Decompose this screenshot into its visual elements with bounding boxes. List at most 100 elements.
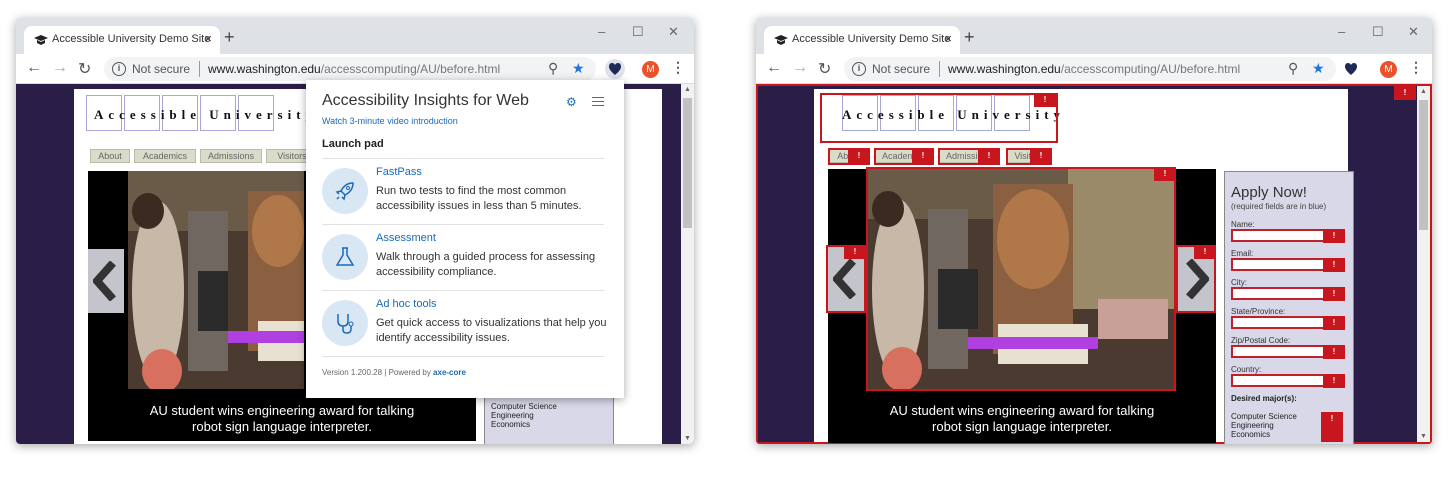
maximize-button[interactable]: ☐ — [632, 24, 644, 40]
maximize-button[interactable]: ☐ — [1372, 24, 1384, 40]
accessibility-insights-icon[interactable] — [1340, 59, 1362, 79]
news-carousel: ! ! ! AU student wins engineering award … — [826, 167, 1216, 443]
hamburger-menu-icon[interactable] — [592, 97, 604, 106]
major-economics[interactable]: Economics — [1231, 430, 1270, 439]
carousel-previous-button[interactable] — [88, 249, 124, 313]
scroll-thumb[interactable] — [683, 98, 692, 228]
failure-badge: ! — [1194, 245, 1216, 259]
zoom-icon[interactable]: ⚲ — [1288, 60, 1298, 77]
scroll-thumb[interactable] — [1419, 100, 1428, 230]
close-tab-icon[interactable]: × — [204, 31, 212, 46]
zip-label: Zip/Postal Code: — [1231, 336, 1291, 345]
browser-tab[interactable]: Accessible University Demo Site × — [24, 26, 220, 54]
failure-badge: ! — [1034, 93, 1056, 107]
scroll-down-icon[interactable]: ▼ — [684, 435, 691, 442]
scroll-down-icon[interactable]: ▼ — [1420, 433, 1427, 440]
zoom-icon[interactable]: ⚲ — [548, 60, 558, 77]
major-economics[interactable]: Economics — [491, 420, 530, 429]
forward-icon[interactable]: → — [792, 59, 808, 77]
page-scrollbar[interactable]: ▲ ▼ — [1417, 86, 1430, 442]
caption-line-1: AU student wins engineering award for ta… — [149, 403, 415, 418]
rocket-icon[interactable] — [322, 168, 368, 214]
bookmark-star-icon[interactable]: ★ — [572, 60, 585, 77]
major-engineering[interactable]: Engineering — [1231, 421, 1274, 430]
au-logo[interactable]: Accessible University — [86, 95, 312, 131]
profile-avatar[interactable]: M — [642, 61, 659, 78]
not-secure-label: Not secure — [872, 62, 931, 76]
forward-icon[interactable]: → — [52, 59, 68, 77]
reload-icon[interactable]: ↻ — [78, 59, 91, 79]
menu-kebab-icon[interactable]: ⋮ — [1409, 59, 1423, 76]
divider — [322, 224, 604, 225]
address-bar[interactable]: i Not secure www.washington.edu/accessco… — [104, 57, 596, 81]
gear-icon[interactable]: ⚙ — [566, 95, 577, 109]
profile-avatar[interactable]: M — [1380, 61, 1397, 78]
divider — [322, 356, 604, 357]
stethoscope-icon[interactable] — [322, 300, 368, 346]
nav-tab-admissions[interactable]: Admissions — [200, 149, 262, 163]
major-engineering[interactable]: Engineering — [491, 411, 534, 420]
close-window-button[interactable]: ✕ — [1408, 24, 1419, 40]
browser-toolbar: ← → ↻ i Not secure www.washington.edu/ac… — [756, 54, 1432, 84]
new-tab-button[interactable]: + — [964, 27, 975, 48]
not-secure-label: Not secure — [132, 62, 191, 76]
tab-strip: Accessible University Demo Site × + – ☐ … — [756, 18, 1432, 54]
ad-hoc-tools-link[interactable]: Ad hoc tools — [376, 298, 437, 310]
popup-title: Accessibility Insights for Web — [322, 92, 529, 109]
flask-icon[interactable] — [322, 234, 368, 280]
failure-badge: ! — [1323, 316, 1345, 330]
url-text[interactable]: www.washington.edu/accesscomputing/AU/be… — [208, 62, 500, 76]
fastpass-link[interactable]: FastPass — [376, 166, 422, 178]
divider — [322, 158, 604, 159]
failure-highlight-image — [866, 167, 1176, 391]
failure-badge: ! — [848, 149, 870, 163]
back-icon[interactable]: ← — [766, 59, 782, 77]
back-icon[interactable]: ← — [26, 59, 42, 77]
close-tab-icon[interactable]: × — [944, 31, 952, 46]
major-computer-science[interactable]: Computer Science — [1231, 412, 1297, 421]
email-label: Email: — [1231, 249, 1254, 258]
page-scrollbar[interactable]: ▲ ▼ — [681, 84, 694, 444]
divider — [322, 290, 604, 291]
url-text[interactable]: www.washington.edu/accesscomputing/AU/be… — [948, 62, 1240, 76]
menu-kebab-icon[interactable]: ⋮ — [671, 59, 685, 76]
country-label: Country: — [1231, 365, 1262, 374]
accessibility-insights-icon[interactable] — [604, 59, 626, 79]
axe-core-link[interactable]: axe-core — [433, 368, 466, 377]
minimize-button[interactable]: – — [1338, 24, 1345, 39]
assessment-link[interactable]: Assessment — [376, 232, 436, 244]
url-path: /accesscomputing/AU/before.html — [320, 62, 501, 76]
tab-strip: Accessible University Demo Site × + – ☐ … — [16, 18, 694, 54]
minimize-button[interactable]: – — [598, 24, 605, 39]
info-icon[interactable]: i — [112, 62, 126, 76]
popup-footer: Version 1.200.28 | Powered by axe-core — [322, 368, 466, 377]
ad-hoc-tools-description: Get quick access to visualizations that … — [376, 317, 607, 344]
divider — [939, 61, 940, 77]
divider — [199, 61, 200, 77]
failure-badge: ! — [1323, 287, 1345, 301]
scroll-up-icon[interactable]: ▲ — [684, 86, 691, 93]
address-bar[interactable]: i Not secure www.washington.edu/accessco… — [844, 57, 1336, 81]
close-window-button[interactable]: ✕ — [668, 24, 679, 40]
browser-window-left: Accessible University Demo Site × + – ☐ … — [16, 18, 694, 444]
major-computer-science[interactable]: Computer Science — [491, 402, 557, 411]
version-text: Version 1.200.28 | Powered by — [322, 368, 434, 377]
reload-icon[interactable]: ↻ — [818, 59, 831, 79]
url-host: www.washington.edu — [948, 62, 1061, 76]
failure-badge: ! — [1321, 412, 1343, 442]
desired-majors-label: Desired major(s): — [1231, 394, 1297, 403]
failure-badge: ! — [1323, 345, 1345, 359]
failure-badge: ! — [912, 149, 934, 163]
info-icon[interactable]: i — [852, 62, 866, 76]
browser-tab[interactable]: Accessible University Demo Site × — [764, 26, 960, 54]
new-tab-button[interactable]: + — [224, 27, 235, 48]
video-intro-link[interactable]: Watch 3-minute video introduction — [322, 116, 458, 126]
bookmark-star-icon[interactable]: ★ — [1312, 60, 1325, 77]
url-path: /accesscomputing/AU/before.html — [1060, 62, 1241, 76]
nav-tab-about[interactable]: About — [90, 149, 130, 163]
scroll-up-icon[interactable]: ▲ — [1420, 88, 1427, 95]
nav-tab-academics[interactable]: Academics — [134, 149, 196, 163]
carousel-photo — [128, 171, 304, 389]
state-label: State/Province: — [1231, 307, 1286, 316]
caption-line-2: robot sign language interpreter. — [192, 419, 372, 434]
